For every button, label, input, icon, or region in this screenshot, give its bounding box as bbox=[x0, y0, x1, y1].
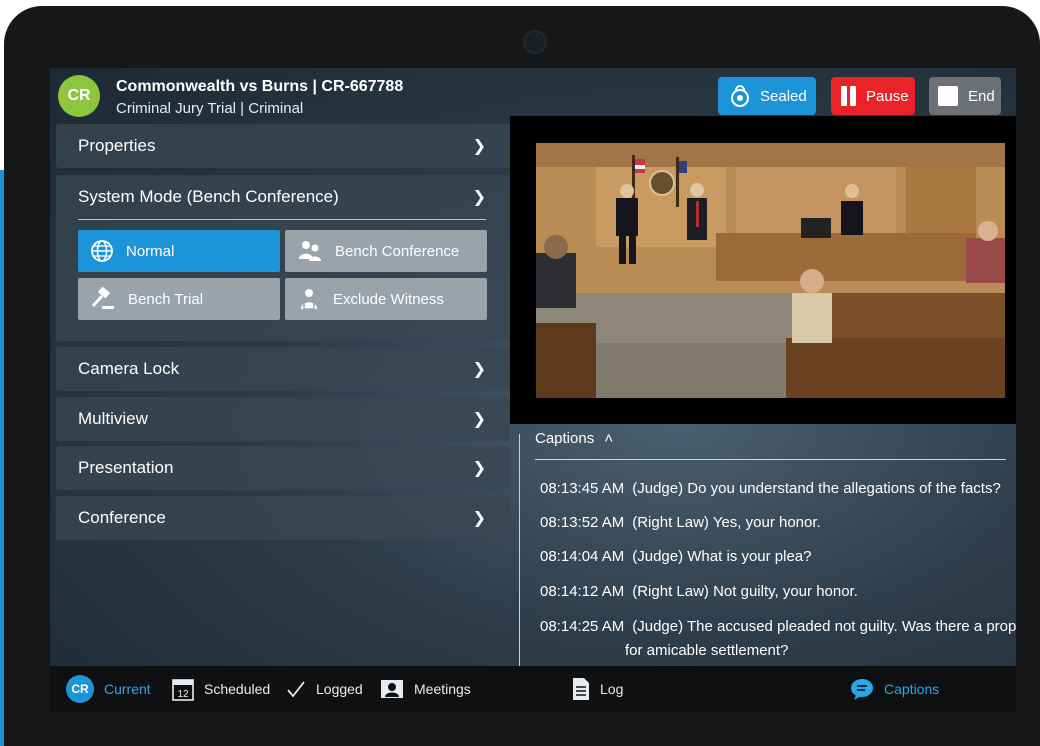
mode-exclude-witness-button[interactable]: Exclude Witness bbox=[285, 278, 487, 320]
captions-divider bbox=[535, 459, 1006, 460]
chevron-right-icon: ❯ bbox=[472, 138, 486, 155]
nav-scheduled-label: Scheduled bbox=[204, 681, 271, 697]
checkmark-icon bbox=[287, 681, 305, 698]
caption-time: 08:14:04 AM bbox=[540, 548, 625, 565]
properties-label: Properties bbox=[78, 136, 156, 155]
bench-conference-icon bbox=[299, 241, 321, 261]
current-avatar: CR bbox=[66, 675, 94, 703]
tablet-bezel: CR Commonwealth vs Burns | CR-667788 Cri… bbox=[4, 6, 1040, 746]
end-label: End bbox=[968, 87, 995, 105]
caption-line: 08:13:52 AM (Right Law) Yes, your honor. bbox=[540, 514, 821, 531]
chevron-right-icon[interactable]: ❯ bbox=[473, 187, 486, 207]
chevron-right-icon: ❯ bbox=[472, 510, 486, 527]
caption-text: (Judge) The accused pleaded not guilty. … bbox=[632, 618, 1016, 635]
exclude-witness-icon bbox=[301, 289, 317, 310]
pause-icon bbox=[841, 86, 856, 106]
caption-text: (Judge) What is your plea? bbox=[632, 548, 812, 565]
courtroom-video[interactable] bbox=[536, 143, 1005, 398]
camera-lock-label: Camera Lock bbox=[78, 359, 180, 378]
courtroom-scene-image bbox=[536, 143, 1005, 398]
caption-time: 08:13:52 AM bbox=[540, 514, 625, 531]
multiview-row[interactable]: Multiview ❯ bbox=[56, 397, 510, 441]
nav-meetings[interactable]: Meetings bbox=[380, 666, 471, 712]
conference-row[interactable]: Conference ❯ bbox=[56, 496, 510, 540]
mode-normal-button[interactable]: Normal bbox=[78, 230, 280, 272]
stop-icon bbox=[938, 86, 958, 106]
conference-label: Conference bbox=[78, 508, 166, 527]
nav-logged-label: Logged bbox=[316, 681, 363, 697]
caption-text: (Right Law) Yes, your honor. bbox=[632, 514, 821, 531]
captions-header-label: Captions bbox=[535, 430, 595, 447]
mode-exclude-witness-label: Exclude Witness bbox=[333, 290, 444, 308]
caption-continuation: for amicable settlement? bbox=[625, 642, 789, 659]
presentation-label: Presentation bbox=[78, 458, 174, 477]
caption-line: 08:14:12 AM (Right Law) Not guilty, your … bbox=[540, 583, 858, 600]
meetings-icon bbox=[381, 680, 403, 698]
chevron-right-icon: ❯ bbox=[472, 361, 486, 378]
caption-time: 08:13:45 AM bbox=[540, 480, 625, 497]
nav-current[interactable]: CR Current bbox=[66, 666, 151, 712]
chevron-right-icon: ❯ bbox=[472, 460, 486, 477]
chevron-up-icon: ˄ bbox=[604, 430, 614, 447]
nav-log-label: Log bbox=[600, 681, 624, 697]
pause-label: Pause bbox=[866, 87, 909, 105]
nav-current-label: Current bbox=[104, 681, 151, 697]
caption-time: 08:14:25 AM bbox=[540, 618, 625, 635]
case-avatar: CR bbox=[58, 75, 100, 117]
mode-normal-label: Normal bbox=[126, 242, 175, 260]
end-button[interactable]: End bbox=[929, 77, 1001, 115]
bottom-nav: CR Current 12 Scheduled Logged Meetings … bbox=[50, 666, 1016, 712]
caption-text: (Right Law) Not guilty, your honor. bbox=[632, 583, 858, 600]
lock-icon bbox=[731, 85, 749, 107]
mode-bench-conference-label: Bench Conference bbox=[335, 242, 460, 260]
document-icon bbox=[573, 678, 589, 700]
system-mode-title[interactable]: System Mode (Bench Conference) bbox=[78, 187, 339, 207]
nav-logged[interactable]: Logged bbox=[286, 666, 363, 712]
case-title: Commonwealth vs Burns | CR-667788 bbox=[116, 78, 404, 95]
system-mode-panel: System Mode (Bench Conference) ❯ Normal bbox=[56, 175, 510, 341]
mode-bench-trial-button[interactable]: Bench Trial bbox=[78, 278, 280, 320]
nav-captions-label: Captions bbox=[884, 681, 940, 697]
nav-scheduled[interactable]: 12 Scheduled bbox=[172, 666, 270, 712]
sealed-label: Sealed bbox=[760, 87, 807, 105]
mode-bench-trial-label: Bench Trial bbox=[128, 290, 204, 308]
properties-row[interactable]: Properties ❯ bbox=[56, 124, 510, 168]
gavel-icon bbox=[91, 287, 114, 309]
globe-icon bbox=[91, 240, 113, 262]
video-frame bbox=[510, 116, 1016, 424]
chevron-right-icon: ❯ bbox=[472, 411, 486, 428]
presentation-row[interactable]: Presentation ❯ bbox=[56, 446, 510, 490]
pause-button[interactable]: Pause bbox=[831, 77, 915, 115]
caption-line: 08:13:45 AM (Judge) Do you understand the… bbox=[540, 480, 1001, 497]
mode-bench-conference-button[interactable]: Bench Conference bbox=[285, 230, 487, 272]
nav-meetings-label: Meetings bbox=[414, 681, 471, 697]
caption-time: 08:14:12 AM bbox=[540, 583, 625, 600]
caption-line: 08:14:04 AM (Judge) What is your plea? bbox=[540, 548, 812, 565]
sealed-button[interactable]: Sealed bbox=[718, 77, 816, 115]
nav-log[interactable]: Log bbox=[572, 666, 623, 712]
nav-captions[interactable]: Captions bbox=[850, 666, 939, 712]
front-camera bbox=[523, 30, 547, 54]
case-subtitle: Criminal Jury Trial | Criminal bbox=[116, 100, 304, 117]
calendar-icon: 12 bbox=[172, 679, 194, 701]
caption-text: (Judge) Do you understand the allegation… bbox=[632, 480, 1001, 497]
divider bbox=[78, 219, 486, 220]
captions-header[interactable]: Captions ˄ bbox=[535, 430, 613, 447]
multiview-label: Multiview bbox=[78, 409, 148, 428]
caption-line: 08:14:25 AM (Judge) The accused pleaded n… bbox=[540, 618, 1016, 635]
svg-text:12: 12 bbox=[177, 689, 189, 700]
camera-lock-row[interactable]: Camera Lock ❯ bbox=[56, 347, 510, 391]
app-screen: CR Commonwealth vs Burns | CR-667788 Cri… bbox=[50, 68, 1016, 712]
chat-bubble-icon bbox=[851, 679, 873, 700]
